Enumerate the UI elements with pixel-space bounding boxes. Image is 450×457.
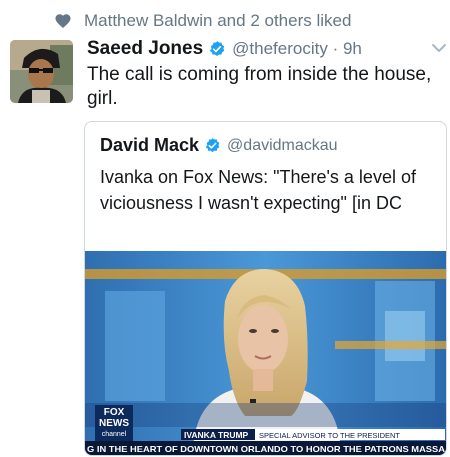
author-name[interactable]: Saeed Jones	[87, 38, 203, 60]
quoted-author-handle: @davidmackau	[227, 136, 338, 154]
avatar[interactable]	[10, 40, 73, 103]
quoted-tweet-media[interactable]: FOX NEWS channel IVANKA TRUMP SPECIAL AD…	[85, 251, 446, 455]
social-context[interactable]: Matthew Baldwin and 2 others liked	[55, 9, 352, 33]
quoted-tweet-text: Ivanka on Fox News: "There's a level of …	[100, 167, 416, 213]
liked-by-text: Matthew Baldwin and 2 others liked	[84, 11, 352, 30]
chevron-down-icon[interactable]	[430, 41, 448, 55]
logo-line-news: NEWS	[99, 418, 129, 429]
verified-badge-icon	[209, 41, 225, 56]
avatar-image	[10, 40, 73, 103]
video-still-image: FOX NEWS channel IVANKA TRUMP SPECIAL AD…	[85, 251, 446, 455]
tweet-header: Saeed Jones @theferocity · 9h	[87, 37, 362, 61]
logo-line-fox: FOX	[104, 407, 125, 418]
logo-line-channel: channel	[102, 431, 127, 438]
heart-icon	[55, 14, 71, 29]
quoted-tweet[interactable]: David Mack @davidmackau Ivanka on Fox Ne…	[84, 121, 447, 456]
lower-third-name: IVANKA TRUMP	[184, 430, 249, 440]
quoted-tweet-header: David Mack @davidmackau	[100, 135, 338, 156]
verified-badge-icon	[205, 138, 220, 153]
quoted-author-name: David Mack	[100, 135, 200, 155]
tweet-text: The call is coming from inside the house…	[87, 64, 432, 109]
news-ticker: G IN THE HEART OF DOWNTOWN ORLANDO TO HO…	[87, 444, 445, 454]
lower-third-title: SPECIAL ADVISOR TO THE PRESIDENT	[259, 431, 400, 440]
author-handle-time[interactable]: @theferocity · 9h	[232, 39, 362, 59]
